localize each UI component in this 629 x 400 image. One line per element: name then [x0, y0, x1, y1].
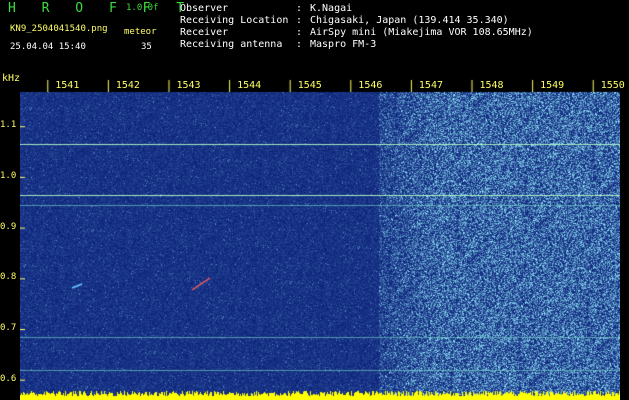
y-tick-label: 0.9: [0, 221, 17, 232]
antenna-label: Receiving antenna: [180, 39, 283, 50]
colon: :: [296, 27, 303, 38]
colon: :: [296, 3, 303, 14]
y-tick-label: 1.1: [0, 120, 17, 131]
antenna-value: Maspro FM-3: [310, 39, 377, 50]
mode-label: meteor: [124, 27, 157, 37]
app-version: 1.0.0f: [126, 3, 159, 13]
x-tick-label: 1544: [237, 80, 262, 91]
x-tick-label: 1547: [418, 80, 443, 91]
x-tick-label: 1541: [55, 80, 80, 91]
hroft-window: H R O F F T 1.0.0f KN9_2504041540.png me…: [0, 0, 629, 400]
filename-label: KN9_2504041540.png: [10, 24, 108, 34]
colon: :: [296, 15, 303, 26]
y-tick-label: 0.8: [0, 272, 17, 283]
observer-label: Observer: [180, 3, 229, 14]
x-tick-label: 1542: [115, 80, 140, 91]
location-value: Chigasaki, Japan (139.414 35.340): [310, 15, 509, 26]
y-tick-label: 0.6: [0, 373, 17, 384]
x-tick-label: 1545: [297, 80, 322, 91]
y-tick-label: 1.0: [0, 170, 17, 181]
colon: :: [296, 39, 303, 50]
y-tick-label: 0.7: [0, 323, 17, 333]
y-unit-label: kHz: [2, 73, 21, 84]
observer-value: K.Nagai: [310, 3, 353, 14]
location-label: Receiving Location: [180, 15, 289, 26]
receiver-value: AirSpy mini (Miakejima VOR 108.65MHz): [310, 27, 533, 38]
x-tick-label: 1548: [479, 80, 504, 91]
x-tick-label: 1549: [540, 80, 565, 91]
app-brand: H R O F F T: [8, 1, 194, 16]
receiver-label: Receiver: [180, 27, 229, 38]
datetime-label: 25.04.04 15:40: [10, 42, 86, 52]
spectrogram-canvas: [20, 78, 620, 400]
count-label: 35: [141, 42, 152, 52]
x-tick-label: 1543: [176, 80, 201, 91]
x-tick-label: 1546: [358, 80, 383, 91]
x-tick-label: 1550: [600, 80, 625, 91]
